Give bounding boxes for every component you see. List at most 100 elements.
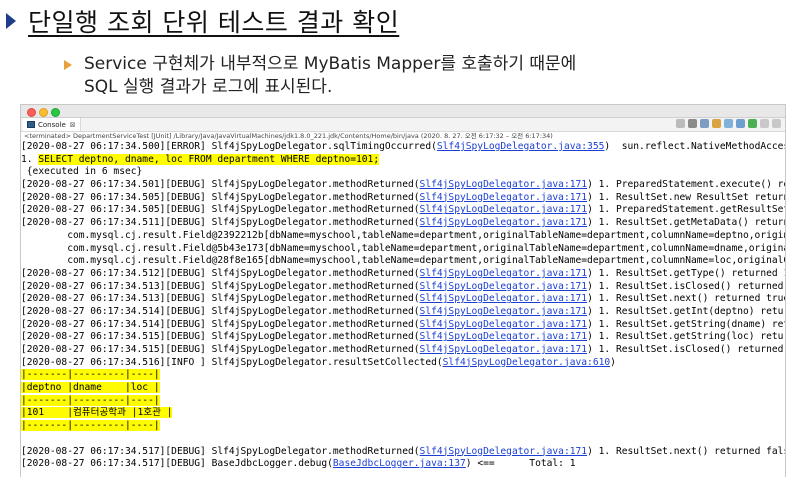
bullet-arrow-icon <box>64 60 72 70</box>
source-link[interactable]: Slf4jSpyLogDelegator.java:610 <box>443 357 611 368</box>
log-text: ) 1. PreparedStatement.getResultSet() re… <box>587 204 785 216</box>
console-toolbar <box>676 119 781 128</box>
scroll-lock-icon[interactable] <box>700 119 709 128</box>
source-link[interactable]: Slf4jSpyLogDelegator.java:171 <box>420 344 588 355</box>
zoom-window-button[interactable] <box>51 108 60 117</box>
log-text: [2020-08-27 06:17:34.500][ERROR] Slf4jSp… <box>21 141 437 152</box>
highlighted-text: |deptno |dname |loc | <box>21 382 160 394</box>
window-titlebar <box>21 105 785 118</box>
log-text: [2020-08-27 06:17:34.514][DEBUG] Slf4jSp… <box>21 305 420 317</box>
log-text: com.mysql.cj.result.Field@2392212b[dbNam… <box>21 229 785 241</box>
console-line: [2020-08-27 06:17:34.516][INFO ] Slf4jSp… <box>21 357 785 370</box>
source-link[interactable]: Slf4jSpyLogDelegator.java:171 <box>420 281 588 292</box>
console-line: [2020-08-27 06:17:34.514][DEBUG] Slf4jSp… <box>21 319 785 332</box>
console-line: [2020-08-27 06:17:34.512][DEBUG] Slf4jSp… <box>21 268 785 281</box>
highlighted-text: SELECT deptno, dname, loc FROM departmen… <box>38 153 380 165</box>
console-line: [2020-08-27 06:17:34.515][DEBUG] Slf4jSp… <box>21 331 785 344</box>
console-line: [2020-08-27 06:17:34.513][DEBUG] Slf4jSp… <box>21 293 785 306</box>
highlighted-text: |-------|---------|----| <box>21 369 160 381</box>
highlighted-text: |-------|---------|----| <box>21 420 160 432</box>
log-text: [2020-08-27 06:17:34.514][DEBUG] Slf4jSp… <box>21 318 420 330</box>
source-link[interactable]: Slf4jSpyLogDelegator.java:171 <box>420 192 588 203</box>
console-line: [2020-08-27 06:17:34.511][DEBUG] Slf4jSp… <box>21 217 785 230</box>
console-line: [2020-08-27 06:17:34.513][DEBUG] Slf4jSp… <box>21 281 785 294</box>
log-text: ) <== Total: 1 <box>465 458 576 470</box>
console-line: [2020-08-27 06:17:34.505][DEBUG] Slf4jSp… <box>21 192 785 205</box>
source-link[interactable]: Slf4jSpyLogDelegator.java:355 <box>437 141 605 152</box>
eclipse-console-window: Console ⊠ <terminated> DepartmentService… <box>20 104 786 477</box>
highlighted-text: |101 |컴퓨터공학과 |1호관 | <box>21 407 173 419</box>
display-selected-console-icon[interactable] <box>736 119 745 128</box>
console-line: [2020-08-27 06:17:34.517][DEBUG] BaseJdb… <box>21 458 785 471</box>
close-tab-icon[interactable]: ⊠ <box>70 121 76 129</box>
source-link[interactable]: Slf4jSpyLogDelegator.java:171 <box>420 293 588 304</box>
console-line: [2020-08-27 06:17:34.500][ERROR] Slf4jSp… <box>21 141 785 154</box>
log-text: com.mysql.cj.result.Field@5b43e173[dbNam… <box>21 242 785 254</box>
source-link[interactable]: Slf4jSpyLogDelegator.java:171 <box>420 319 588 330</box>
slide-heading: 단일행 조회 단위 테스트 결과 확인 <box>6 4 399 38</box>
log-text: [2020-08-27 06:17:34.513][DEBUG] Slf4jSp… <box>21 280 420 292</box>
log-text: [2020-08-27 06:17:34.517][DEBUG] Slf4jSp… <box>21 445 420 457</box>
source-link[interactable]: Slf4jSpyLogDelegator.java:171 <box>420 268 588 279</box>
bullet-text: Service 구현체가 내부적으로 MyBatis Mapper를 호출하기 … <box>84 53 576 99</box>
console-tab-label: Console <box>38 120 66 129</box>
console-line: |deptno |dname |loc | <box>21 382 785 395</box>
log-text: ) 1. ResultSet.getMetaData() returned co… <box>587 217 785 229</box>
terminated-status: <terminated> DepartmentServiceTest [JUni… <box>21 132 785 141</box>
log-text: [2020-08-27 06:17:34.516][INFO ] Slf4jSp… <box>21 356 443 368</box>
open-console-icon[interactable] <box>748 119 757 128</box>
log-text: {executed in 6 msec} <box>21 166 143 178</box>
console-line: [2020-08-27 06:17:34.515][DEBUG] Slf4jSp… <box>21 344 785 357</box>
log-text: [2020-08-27 06:17:34.505][DEBUG] Slf4jSp… <box>21 204 420 216</box>
log-text: [2020-08-27 06:17:34.505][DEBUG] Slf4jSp… <box>21 191 420 203</box>
maximize-icon[interactable] <box>772 119 781 128</box>
log-text: com.mysql.cj.result.Field@28f8e165[dbNam… <box>21 255 785 267</box>
log-text: ) 1. ResultSet.getString(dname) returned… <box>587 318 785 330</box>
bullet-line: Service 구현체가 내부적으로 MyBatis Mapper를 호출하기 … <box>84 54 577 74</box>
minimize-window-button[interactable] <box>39 108 48 117</box>
log-text: ) 1. ResultSet.getType() returned 1003 s… <box>587 267 785 279</box>
source-link[interactable]: Slf4jSpyLogDelegator.java:171 <box>420 217 588 228</box>
log-text: [2020-08-27 06:17:34.512][DEBUG] Slf4jSp… <box>21 267 420 279</box>
console-line: com.mysql.cj.result.Field@5b43e173[dbNam… <box>21 243 785 256</box>
console-line: [2020-08-27 06:17:34.514][DEBUG] Slf4jSp… <box>21 306 785 319</box>
console-line: {executed in 6 msec} <box>21 166 785 179</box>
log-text: [2020-08-27 06:17:34.515][DEBUG] Slf4jSp… <box>21 344 420 355</box>
pin-console-icon[interactable] <box>724 119 733 128</box>
log-text: [2020-08-27 06:17:34.501][DEBUG] Slf4jSp… <box>21 179 420 191</box>
console-line: |-------|---------|----| <box>21 394 785 408</box>
console-line: |-------|---------|----| <box>21 420 785 433</box>
terminate-icon[interactable] <box>676 119 685 128</box>
log-text: ) 1. ResultSet.new ResultSet returned su <box>587 191 785 203</box>
console-line: [2020-08-27 06:17:34.517][DEBUG] Slf4jSp… <box>21 446 785 459</box>
log-text: [2020-08-27 06:17:34.517][DEBUG] BaseJdb… <box>21 458 333 470</box>
console-tab[interactable]: Console ⊠ <box>23 118 81 131</box>
source-link[interactable]: Slf4jSpyLogDelegator.java:171 <box>420 179 588 190</box>
remove-launch-icon[interactable] <box>688 119 697 128</box>
console-line: [2020-08-27 06:17:34.501][DEBUG] Slf4jSp… <box>21 179 785 192</box>
source-link[interactable]: BaseJdbcLogger.java:137 <box>333 458 466 469</box>
log-text: ) 1. ResultSet.isClosed() returned false <box>587 280 784 292</box>
bullet-line: SQL 실행 결과가 로그에 표시된다. <box>84 77 333 97</box>
log-text: [2020-08-27 06:17:34.513][DEBUG] Slf4jSp… <box>21 293 420 305</box>
source-link[interactable]: Slf4jSpyLogDelegator.java:171 <box>420 306 588 317</box>
minimize-icon[interactable] <box>760 119 769 128</box>
source-link[interactable]: Slf4jSpyLogDelegator.java:171 <box>420 446 588 457</box>
log-text: ) <box>610 356 616 368</box>
console-line: com.mysql.cj.result.Field@2392212b[dbNam… <box>21 230 785 243</box>
log-text: ) 1. ResultSet.getString(loc) returned 1… <box>587 331 785 343</box>
console-line: 1. SELECT deptno, dname, loc FROM depart… <box>21 153 785 167</box>
console-line: com.mysql.cj.result.Field@28f8e165[dbNam… <box>21 255 785 268</box>
source-link[interactable]: Slf4jSpyLogDelegator.java:171 <box>420 331 588 342</box>
log-text: ) 1. ResultSet.getInt(deptno) returned 1… <box>587 305 785 317</box>
log-text: [2020-08-27 06:17:34.515][DEBUG] Slf4jSp… <box>21 331 420 343</box>
close-window-button[interactable] <box>27 108 36 117</box>
console-line: |101 |컴퓨터공학과 |1호관 | <box>21 407 785 420</box>
log-text: 1. <box>21 153 39 165</box>
source-link[interactable]: Slf4jSpyLogDelegator.java:171 <box>420 204 588 215</box>
highlighted-text: |-------|---------|----| <box>21 394 160 406</box>
console-icon <box>27 121 35 128</box>
console-line: [2020-08-27 06:17:34.505][DEBUG] Slf4jSp… <box>21 204 785 217</box>
word-wrap-icon[interactable] <box>712 119 721 128</box>
